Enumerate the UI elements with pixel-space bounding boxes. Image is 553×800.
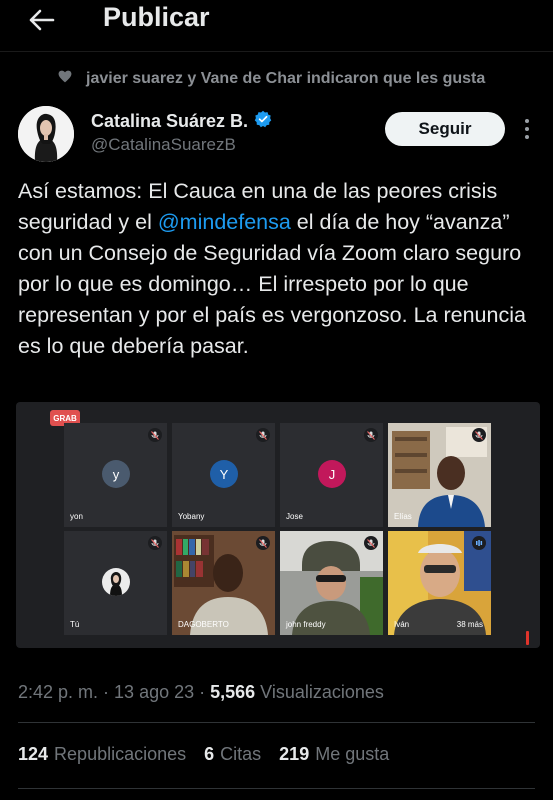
participant-name: Elías [394, 512, 412, 521]
participant-name: Tú [70, 620, 80, 629]
tweet-image[interactable]: GRAB y yon Y Yobany J Jose Elías Tú DAGO… [16, 402, 540, 648]
participant-name: john freddy [286, 620, 326, 629]
tweet-date[interactable]: 13 ago 23 [114, 682, 194, 703]
participant-name: Iván [394, 620, 410, 629]
reposts-label: Republicaciones [54, 744, 187, 764]
author-handle[interactable]: @CatalinaSuarezB [91, 135, 236, 155]
avatar[interactable] [18, 106, 74, 162]
red-annotation-mark [526, 631, 529, 645]
divider [18, 722, 535, 723]
social-context[interactable]: javier suarez y Vane de Char indicaron q… [58, 70, 485, 88]
tweet-time[interactable]: 2:42 p. m. [18, 682, 98, 703]
heart-icon [58, 70, 72, 88]
page-title: Publicar [103, 2, 210, 32]
more-participants-count: 38 más [456, 620, 483, 629]
reposts-stat[interactable]: 124 Republicaciones [18, 744, 186, 765]
participant-initial: Y [210, 460, 238, 488]
participant-name: DAGOBERTO [178, 620, 229, 629]
reposts-count: 124 [18, 744, 49, 764]
follow-button[interactable]: Seguir [385, 112, 505, 146]
likes-stat[interactable]: 219 Me gusta [279, 744, 389, 765]
participant-tile: DAGOBERTO [172, 531, 275, 635]
social-context-text: javier suarez y Vane de Char indicaron q… [86, 70, 486, 87]
tweet-meta: 2:42 p. m. · 13 ago 23 · 5,566 Visualiza… [18, 682, 384, 703]
participant-tile: Iván 38 más [388, 531, 491, 635]
mention-link[interactable]: @mindefensa [158, 210, 291, 234]
tweet-text: Así estamos: El Cauca en una de las peor… [18, 176, 543, 362]
likes-count: 219 [279, 744, 310, 764]
participant-tile: Elías [388, 423, 491, 527]
author-name[interactable]: Catalina Suárez B. [91, 111, 248, 132]
participant-name: Yobany [178, 512, 205, 521]
participant-tile: J Jose [280, 423, 383, 527]
participant-initial: J [318, 460, 346, 488]
participant-tile: y yon [64, 423, 167, 527]
author-name-row[interactable]: Catalina Suárez B. [91, 110, 272, 133]
quotes-stat[interactable]: 6 Citas [204, 744, 261, 765]
divider [18, 788, 535, 789]
engagement-stats: 124 Republicaciones 6 Citas 219 Me gusta [18, 744, 407, 765]
likes-label: Me gusta [315, 744, 390, 764]
muted-mic-icon [364, 536, 378, 550]
muted-mic-icon [364, 428, 378, 442]
participant-initial: y [102, 460, 130, 488]
separator-dot: · [199, 682, 206, 702]
separator-dot: · [103, 682, 110, 702]
verified-badge-icon [254, 110, 272, 133]
back-arrow-icon[interactable] [26, 4, 58, 36]
quotes-count: 6 [204, 744, 215, 764]
muted-mic-icon [256, 536, 270, 550]
participant-tile: Y Yobany [172, 423, 275, 527]
participant-tile: Tú [64, 531, 167, 635]
muted-mic-icon [148, 428, 162, 442]
muted-mic-icon [256, 428, 270, 442]
speaking-indicator-icon [472, 536, 486, 550]
muted-mic-icon [472, 428, 486, 442]
views-label: Visualizaciones [260, 682, 384, 702]
quotes-label: Citas [220, 744, 262, 764]
muted-mic-icon [148, 536, 162, 550]
participant-tile: john freddy [280, 531, 383, 635]
views-count: 5,566 [210, 682, 256, 702]
top-bar: Publicar [0, 0, 553, 52]
participant-name: yon [70, 512, 83, 521]
more-options-icon[interactable] [520, 116, 534, 142]
self-avatar [102, 568, 130, 596]
participant-name: Jose [286, 512, 303, 521]
